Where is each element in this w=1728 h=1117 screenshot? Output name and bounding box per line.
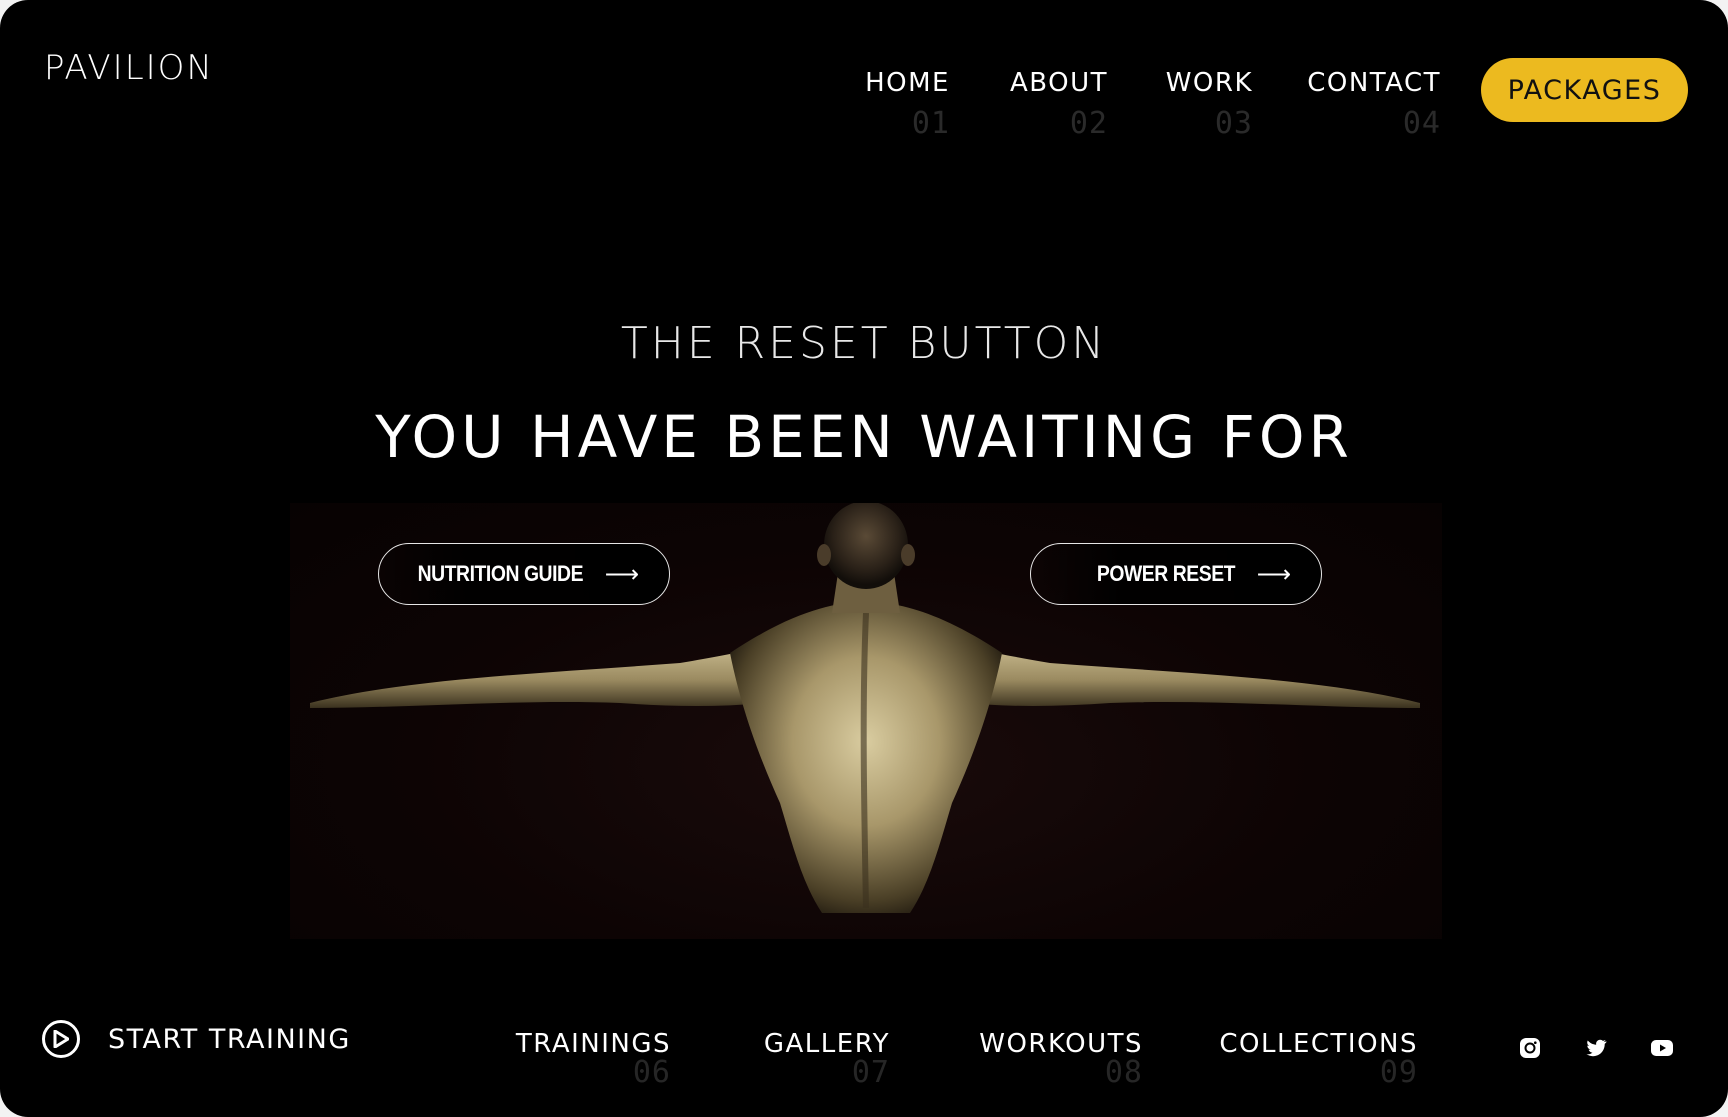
nav-number: 04 — [1402, 106, 1441, 141]
nutrition-guide-button[interactable]: NUTRITION GUIDE ⟶ — [378, 543, 670, 605]
nav-item-about[interactable]: ABOUT 02 — [1010, 68, 1108, 141]
hero-eyebrow: THE RESET BUTTON — [620, 318, 1108, 369]
footer-number: 07 — [851, 1055, 890, 1090]
packages-button[interactable]: PACKAGES — [1481, 58, 1688, 122]
power-reset-label: POWER RESET — [1096, 561, 1235, 586]
footer-item-collections[interactable]: COLLECTIONS 09 — [1219, 1029, 1418, 1090]
footer-item-workouts[interactable]: WORKOUTS 08 — [979, 1029, 1143, 1090]
nav-item-home[interactable]: HOME 01 — [865, 68, 950, 141]
arrow-right-icon: ⟶ — [604, 560, 639, 588]
power-reset-button[interactable]: POWER RESET ⟶ — [1030, 543, 1322, 605]
hero-headline: YOU HAVE BEEN WAITING FOR — [375, 403, 1353, 471]
footer-item-gallery[interactable]: GALLERY 07 — [764, 1029, 890, 1090]
footer-number: 06 — [632, 1055, 671, 1090]
footer-item-trainings[interactable]: TRAININGS 06 — [516, 1029, 671, 1090]
nav-item-work[interactable]: WORK 03 — [1166, 68, 1253, 141]
start-training-label: START TRAINING — [108, 1023, 351, 1055]
arrow-right-icon: ⟶ — [1256, 560, 1291, 588]
play-circle-icon — [42, 1020, 80, 1058]
nav-label: HOME — [865, 68, 950, 98]
bottom-bar: START TRAINING TRAININGS 06 GALLERY 07 W… — [0, 1020, 1728, 1100]
start-training-button[interactable]: START TRAINING — [42, 1020, 351, 1058]
top-nav: HOME 01 ABOUT 02 WORK 03 CONTACT 04 — [0, 68, 1728, 158]
nav-label: CONTACT — [1307, 68, 1441, 98]
nav-label: WORK — [1165, 68, 1253, 98]
instagram-icon[interactable] — [1518, 1036, 1542, 1060]
nav-label: ABOUT — [1009, 68, 1108, 98]
footer-number: 08 — [1104, 1055, 1143, 1090]
hero-image: NUTRITION GUIDE ⟶ POWER RESET ⟶ — [290, 503, 1442, 939]
page-frame: PAVILION HOME 01 ABOUT 02 WORK 03 CONTAC… — [0, 0, 1728, 1117]
footer-number: 09 — [1379, 1055, 1418, 1090]
youtube-icon[interactable] — [1650, 1036, 1674, 1060]
nav-number: 01 — [911, 106, 950, 141]
nav-number: 02 — [1069, 106, 1108, 141]
nav-number: 03 — [1214, 106, 1253, 141]
nav-item-contact[interactable]: CONTACT 04 — [1307, 68, 1441, 141]
twitter-icon[interactable] — [1584, 1036, 1608, 1060]
nutrition-guide-label: NUTRITION GUIDE — [417, 561, 583, 586]
